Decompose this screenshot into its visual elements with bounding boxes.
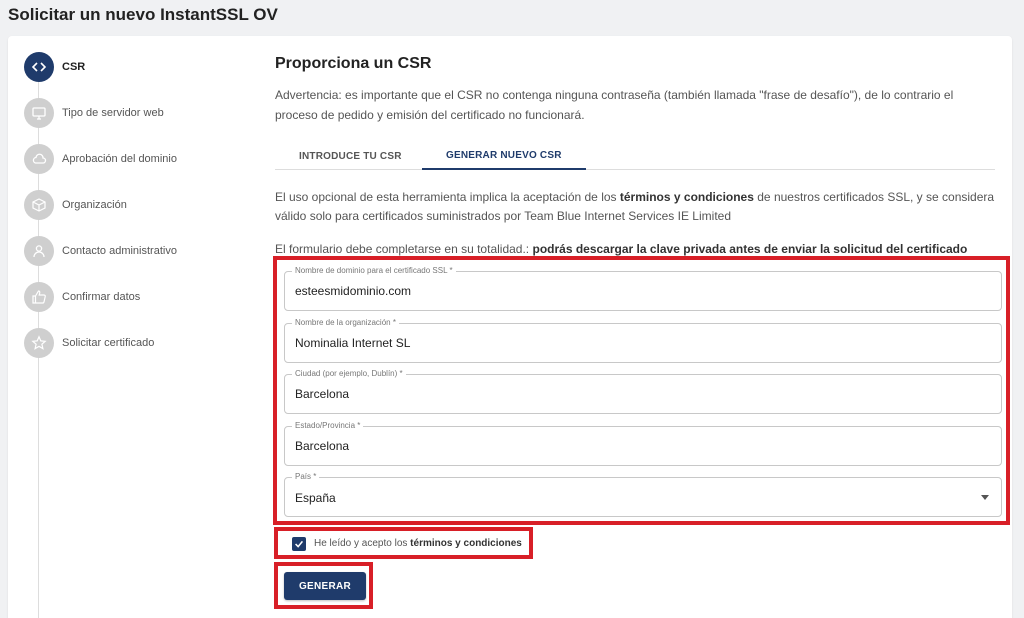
tab-bar: INTRODUCE TU CSR GENERAR NUEVO CSR [275,142,995,170]
terms-paragraph: El uso opcional de esta herramienta impl… [275,188,995,226]
country-value: España [295,491,336,505]
step-label: Organización [62,199,127,211]
city-field-label: Ciudad (por ejemplo, Dublín) * [292,369,406,379]
state-input[interactable] [295,439,975,453]
page-title: Solicitar un nuevo InstantSSL OV [8,5,278,24]
step-label: Contacto administrativo [62,245,177,257]
monitor-icon [24,98,54,128]
check-icon [295,540,304,548]
code-icon [24,52,54,82]
step-admin-contact[interactable]: Contacto administrativo [24,236,177,266]
state-field-label: Estado/Provincia * [292,421,364,431]
form-card: CSR Tipo de servidor web Aprobación del … [8,36,1012,618]
terms-link[interactable]: términos y condiciones [620,190,754,204]
form-note-text: El formulario debe completarse en su tot… [275,242,533,256]
consent-terms-link[interactable]: términos y condiciones [410,538,522,549]
chevron-down-icon[interactable] [981,495,989,500]
tab-generate-csr[interactable]: GENERAR NUEVO CSR [422,142,586,170]
generate-button[interactable]: GENERAR [284,572,366,600]
user-icon [24,236,54,266]
city-field[interactable]: Ciudad (por ejemplo, Dublín) * [284,369,1002,414]
thumbs-up-icon [24,282,54,312]
organization-field-label: Nombre de la organización * [292,318,399,328]
consent-label: He leído y acepto los términos y condici… [314,538,522,549]
tab-enter-csr[interactable]: INTRODUCE TU CSR [275,142,426,170]
warning-text: Advertencia: es importante que el CSR no… [275,88,954,122]
domain-field[interactable]: Nombre de dominio para el certificado SS… [284,266,1002,311]
cube-icon [24,190,54,220]
step-request-certificate[interactable]: Solicitar certificado [24,328,154,358]
step-label: Tipo de servidor web [62,107,164,119]
terms-paragraph-text: El uso opcional de esta herramienta impl… [275,190,620,204]
consent-checkbox[interactable] [292,537,306,551]
step-label: Confirmar datos [62,291,141,303]
domain-field-label: Nombre de dominio para el certificado SS… [292,266,456,276]
domain-input[interactable] [295,284,975,298]
step-domain-approval[interactable]: Aprobación del dominio [24,144,177,174]
organization-input[interactable] [295,336,975,350]
step-web-server[interactable]: Tipo de servidor web [24,98,164,128]
consent-label-text: He leído y acepto los [314,538,411,549]
cloud-icon [24,144,54,174]
state-field[interactable]: Estado/Provincia * [284,421,1002,466]
step-label: Solicitar certificado [62,337,155,349]
organization-field[interactable]: Nombre de la organización * [284,318,1002,363]
step-label: Aprobación del dominio [62,153,177,165]
step-csr[interactable]: CSR [24,52,85,82]
step-confirm-data[interactable]: Confirmar datos [24,282,140,312]
country-select[interactable]: País * España [284,472,1002,517]
form-note-emphasis: podrás descargar la clave privada antes … [532,242,968,256]
section-title: Proporciona un CSR [275,55,432,72]
star-icon [24,328,54,358]
step-organization[interactable]: Organización [24,190,127,220]
city-input[interactable] [295,387,975,401]
country-field-label: País * [292,472,320,482]
step-label: CSR [62,61,86,73]
